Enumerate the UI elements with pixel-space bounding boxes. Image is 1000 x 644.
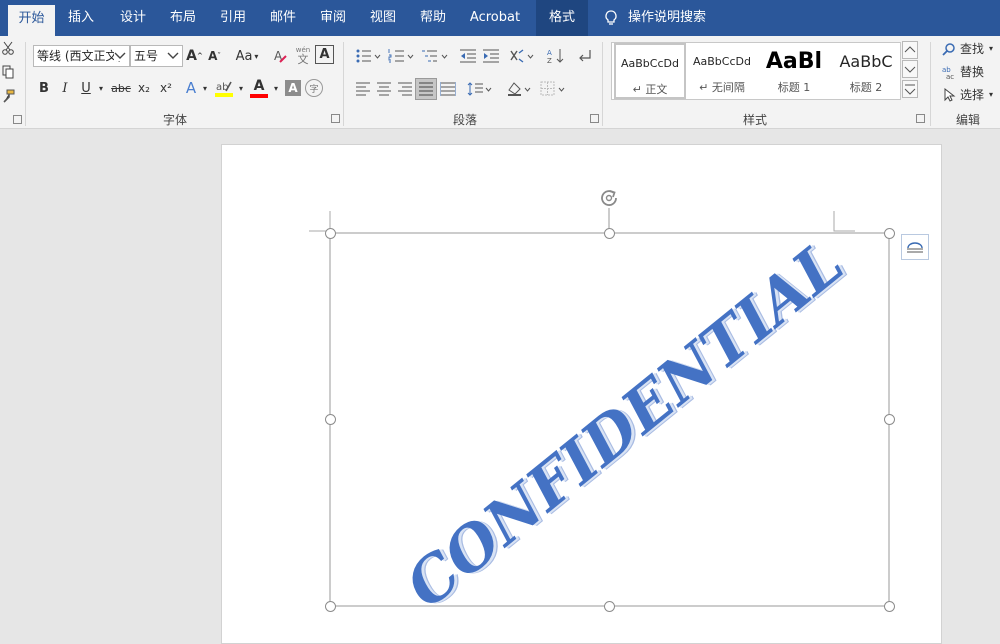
resize-handle-left[interactable] (325, 414, 336, 425)
resize-handle-bottom-right[interactable] (884, 601, 895, 612)
resize-handle-right[interactable] (884, 414, 895, 425)
resize-handle-top-left[interactable] (325, 228, 336, 239)
resize-handle-bottom[interactable] (604, 601, 615, 612)
layout-options-button[interactable] (901, 234, 929, 260)
resize-handle-bottom-left[interactable] (325, 601, 336, 612)
rotate-handle-icon[interactable] (598, 187, 622, 211)
resize-handle-top-right[interactable] (884, 228, 895, 239)
layout-options-icon (907, 242, 923, 253)
resize-handle-top[interactable] (604, 228, 615, 239)
